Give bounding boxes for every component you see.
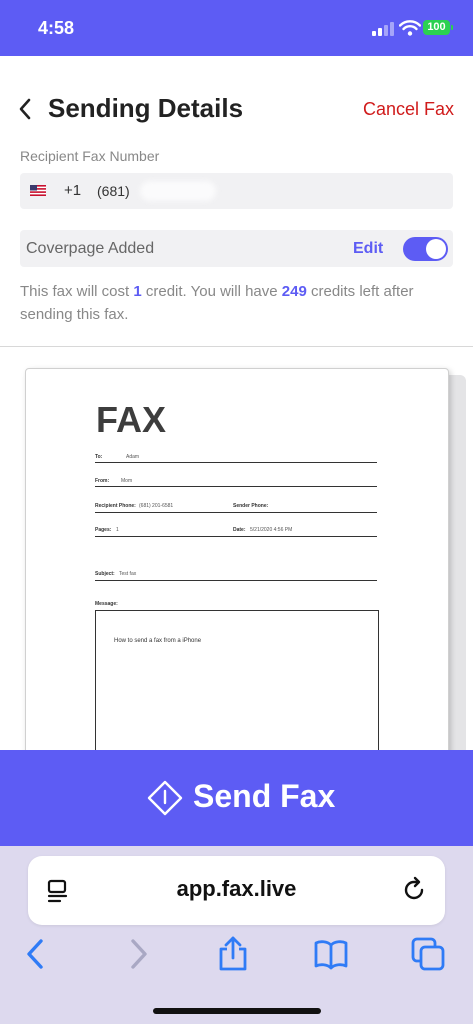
send-fax-button[interactable]: Send Fax bbox=[0, 750, 473, 846]
send-diamond-icon bbox=[147, 780, 183, 816]
subject-line bbox=[95, 580, 377, 581]
recipient-fax-field[interactable]: +1 (681) bbox=[20, 173, 453, 209]
browser-toolbar: app.fax.live bbox=[0, 846, 473, 1024]
status-bar: 4:58 100 bbox=[0, 0, 473, 56]
reload-icon[interactable] bbox=[400, 876, 428, 904]
from-value: Mom bbox=[121, 478, 133, 484]
recipient-fax-label: Recipient Fax Number bbox=[20, 148, 160, 164]
fax-preview: FAX To: Adam From: Mom Recipient Phone: … bbox=[25, 368, 449, 772]
status-time: 4:58 bbox=[38, 18, 75, 38]
message-text: How to send a fax from a iPhone bbox=[114, 638, 202, 644]
cost-info: This fax will cost 1 credit. You will ha… bbox=[20, 280, 460, 326]
redacted-number bbox=[140, 181, 216, 201]
coverpage-toggle[interactable] bbox=[403, 237, 448, 261]
coverpage-label: Coverpage Added bbox=[26, 240, 155, 257]
cost-text-2: credit. You will have bbox=[141, 283, 282, 300]
cancel-fax-button[interactable]: Cancel Fax bbox=[363, 99, 454, 120]
battery-tip bbox=[451, 25, 453, 30]
message-label: Message: bbox=[95, 601, 118, 607]
page-title: Sending Details bbox=[48, 93, 244, 123]
pages-label: Pages: bbox=[95, 527, 112, 533]
us-flag-icon bbox=[30, 185, 46, 196]
subject-value: Test fax bbox=[119, 571, 137, 577]
to-value: Adam bbox=[126, 454, 140, 460]
battery-icon: 100 bbox=[423, 20, 450, 35]
browser-forward-icon[interactable] bbox=[120, 936, 156, 972]
fax-preview-heading: FAX bbox=[96, 399, 167, 440]
recipient-phone-value: (681) 201-6581 bbox=[139, 503, 174, 509]
sender-phone-label: Sender Phone: bbox=[233, 503, 269, 509]
from-label: From: bbox=[95, 478, 110, 484]
browser-back-icon[interactable] bbox=[18, 936, 54, 972]
date-label: Date: bbox=[233, 527, 246, 533]
credits-left: 249 bbox=[281, 283, 307, 300]
pages-value: 1 bbox=[116, 527, 119, 533]
coverpage-row: Coverpage Added Edit bbox=[20, 230, 453, 267]
tabs-icon[interactable] bbox=[410, 936, 446, 972]
cost-text-1: This fax will cost bbox=[20, 283, 134, 300]
message-box: How to send a fax from a iPhone bbox=[95, 610, 379, 772]
subject-label: Subject: bbox=[95, 571, 115, 577]
fax-number-value: (681) bbox=[97, 183, 130, 199]
edit-coverpage-button[interactable]: Edit bbox=[353, 240, 383, 258]
cellular-signal-icon bbox=[372, 22, 394, 36]
recipient-phone-label: Recipient Phone: bbox=[95, 503, 136, 509]
pages-line bbox=[95, 536, 377, 537]
home-indicator bbox=[153, 1008, 321, 1014]
cost-credit: 1 bbox=[133, 283, 142, 300]
from-line bbox=[95, 486, 377, 487]
back-chevron-icon[interactable] bbox=[18, 98, 32, 120]
address-bar[interactable]: app.fax.live bbox=[28, 856, 445, 925]
send-fax-label: Send Fax bbox=[193, 778, 336, 814]
wifi-icon bbox=[399, 20, 421, 36]
toggle-knob bbox=[426, 239, 446, 259]
date-value: 5/21/2020 4:56 PM bbox=[250, 527, 293, 533]
divider bbox=[0, 346, 473, 347]
to-line bbox=[95, 462, 377, 463]
url-text: app.fax.live bbox=[176, 876, 297, 901]
country-code: +1 bbox=[64, 182, 82, 199]
share-icon[interactable] bbox=[215, 936, 251, 972]
to-label: To: bbox=[95, 454, 103, 460]
bookmarks-icon[interactable] bbox=[313, 936, 349, 972]
phone-line bbox=[95, 512, 377, 513]
